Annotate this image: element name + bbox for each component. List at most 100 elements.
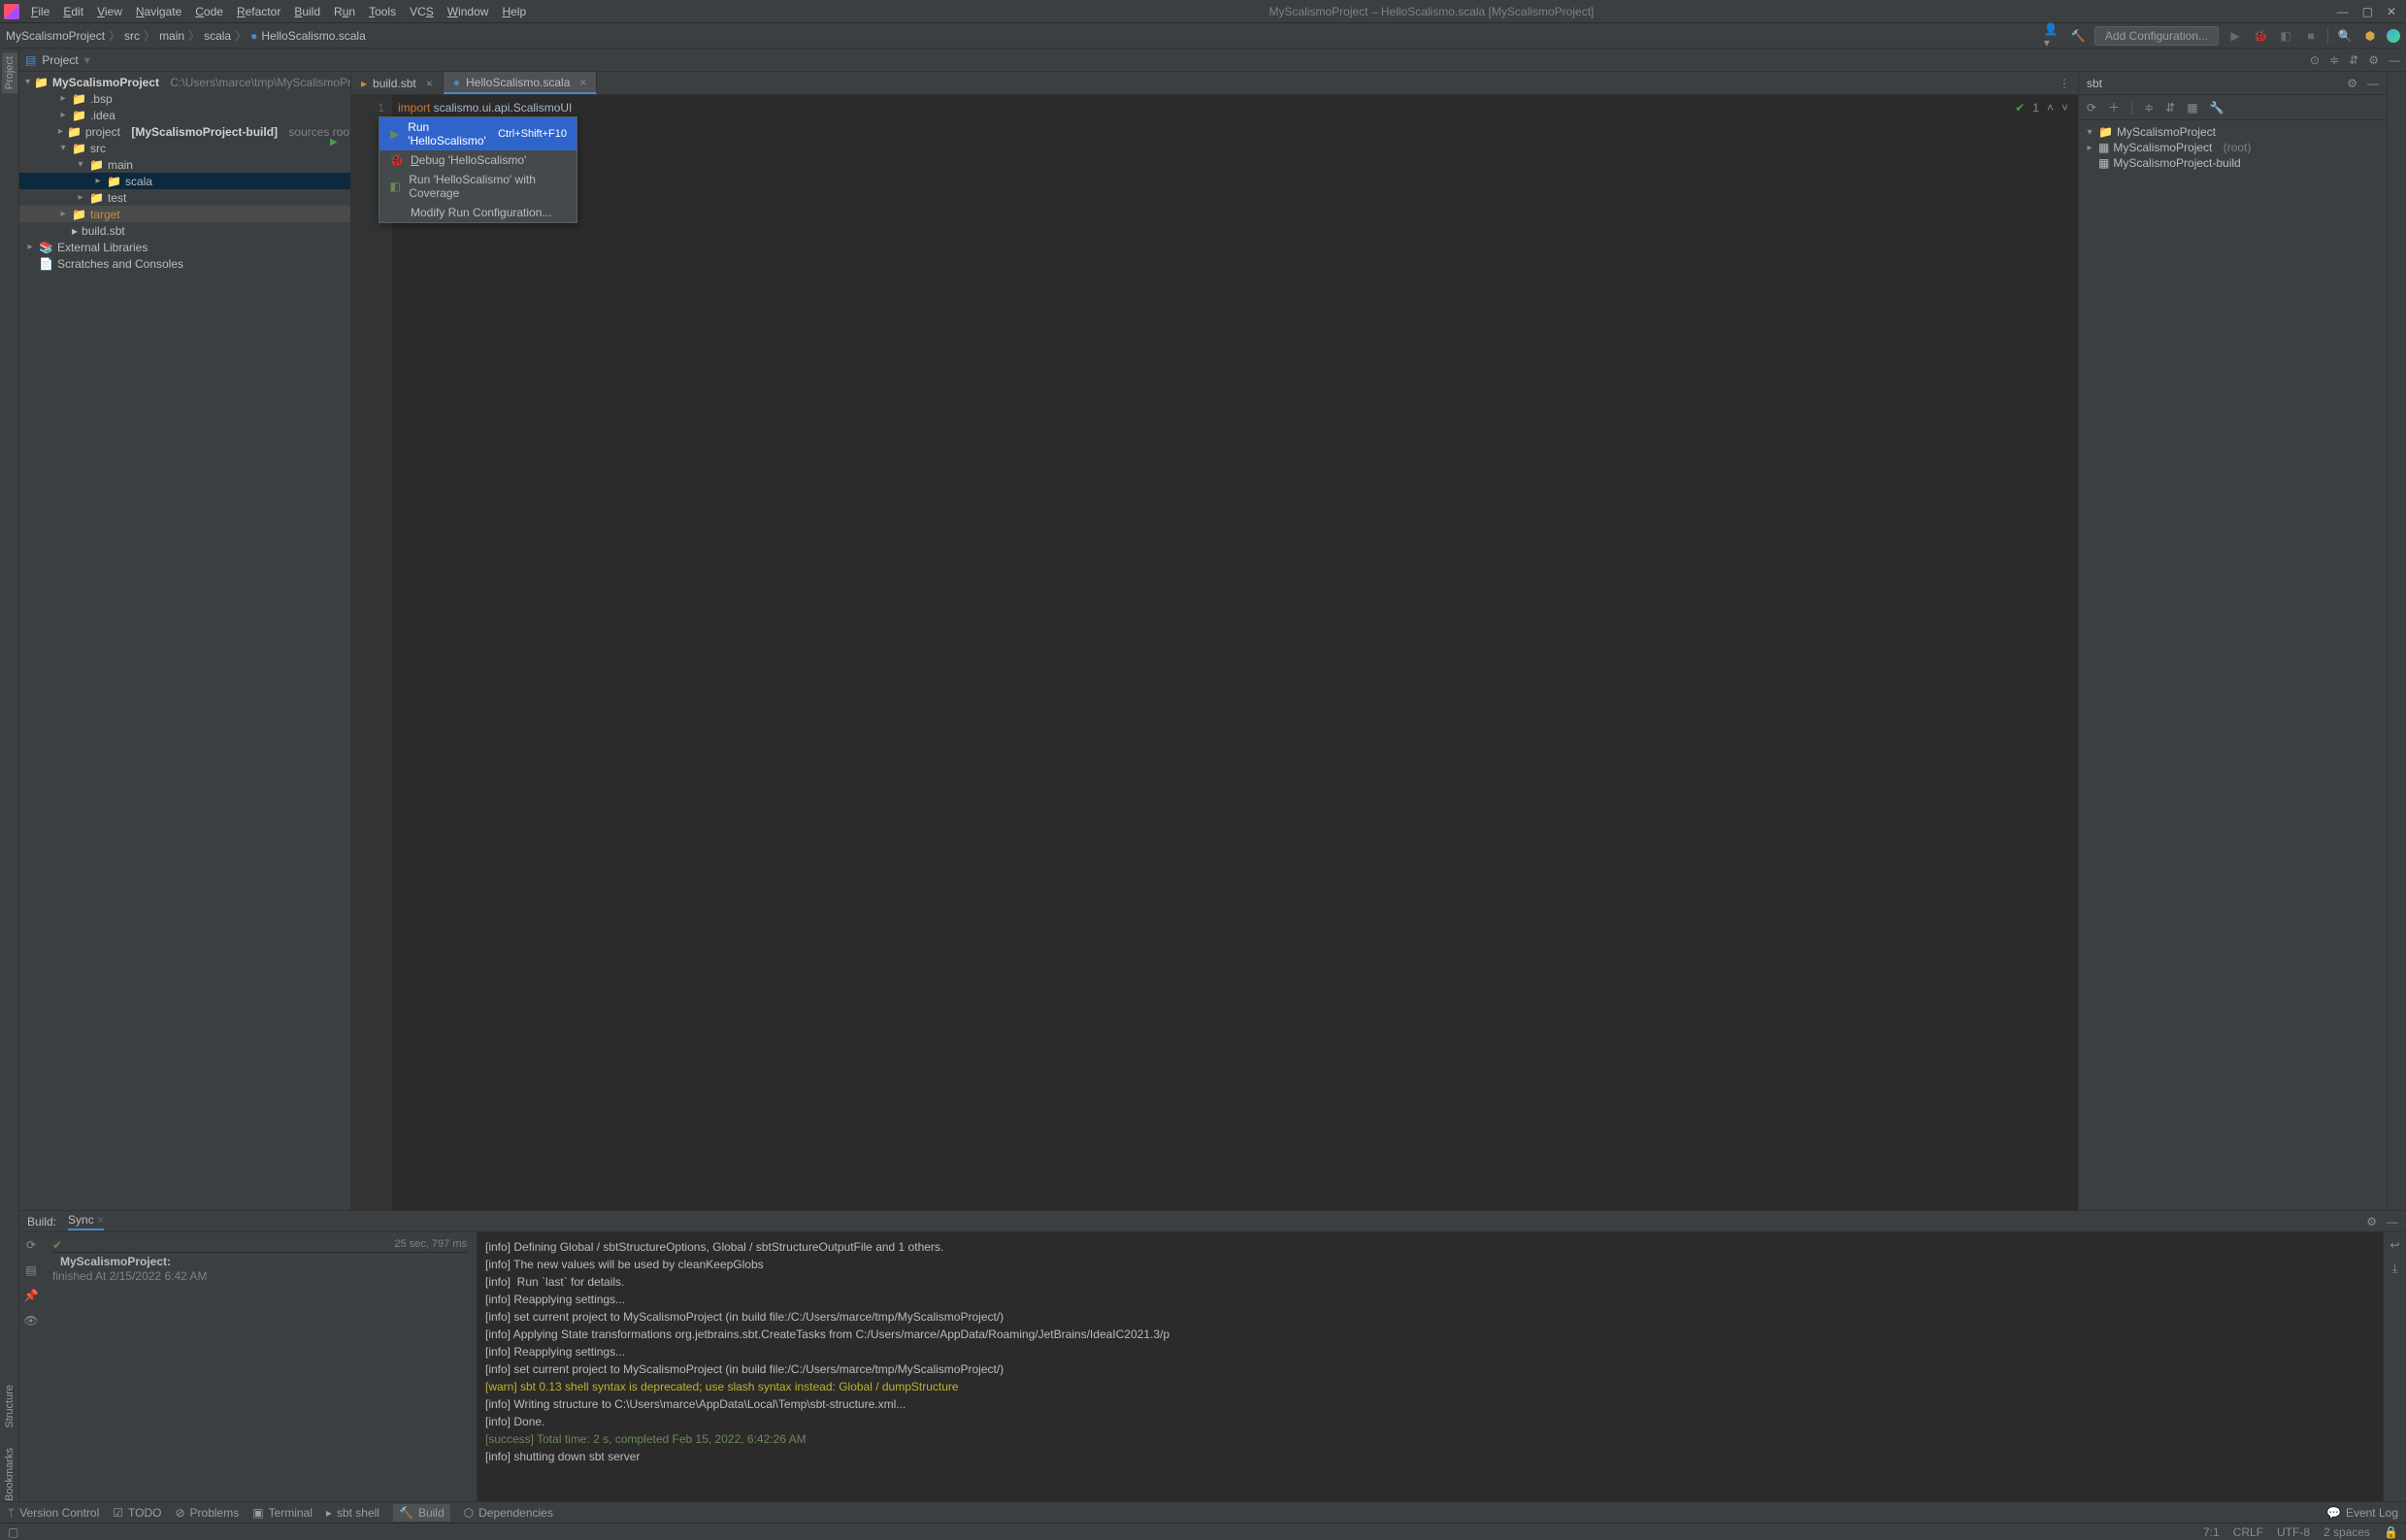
- ctx-coverage[interactable]: ◧ Run 'HelloScalismo' with Coverage: [379, 170, 577, 203]
- menu-refactor[interactable]: Refactor: [231, 3, 286, 20]
- tree-external[interactable]: ▸📚 External Libraries: [19, 239, 350, 255]
- menu-build[interactable]: Build: [288, 3, 326, 20]
- build-status-tree[interactable]: ✔ MyScalismoProject: finished At 2/15/20…: [43, 1232, 478, 1501]
- menu-vcs[interactable]: VCS: [404, 3, 440, 20]
- close-icon[interactable]: ✕: [2387, 5, 2396, 18]
- toolwin-todo[interactable]: ☑ TODO: [113, 1506, 161, 1520]
- tree-bsp[interactable]: ▸📁 .bsp: [19, 90, 350, 107]
- scroll-end-icon[interactable]: ⤓: [2392, 1261, 2397, 1276]
- tree-idea[interactable]: ▸📁 .idea: [19, 107, 350, 123]
- left-tab-project[interactable]: Project: [2, 52, 17, 93]
- inspection-down-icon[interactable]: ˅: [2061, 99, 2068, 116]
- tree-scala[interactable]: ▸📁 scala: [19, 173, 350, 189]
- tab-build-sbt[interactable]: ▸build.sbt×: [351, 72, 444, 94]
- ctx-run[interactable]: ▶ Run 'HelloScalismo' Ctrl+Shift+F10: [379, 117, 577, 150]
- status-indent[interactable]: 2 spaces: [2324, 1525, 2370, 1539]
- project-view-icon[interactable]: ▤: [25, 53, 36, 67]
- sbt-module-icon[interactable]: ▦: [2187, 101, 2197, 115]
- toolwin-eventlog[interactable]: 💬 Event Log: [2326, 1506, 2398, 1520]
- tree-test[interactable]: ▸📁 test: [19, 189, 350, 206]
- status-encoding[interactable]: UTF-8: [2277, 1525, 2310, 1539]
- toolwin-problems[interactable]: ⊘ Problems: [175, 1506, 239, 1520]
- tab-close-icon[interactable]: ×: [579, 76, 586, 89]
- build-rerun-icon[interactable]: ⟳: [26, 1238, 36, 1252]
- project-panel-title[interactable]: Project: [42, 53, 78, 67]
- ctx-modify[interactable]: Modify Run Configuration...: [379, 203, 577, 222]
- tree-buildsbt[interactable]: ▸ build.sbt: [19, 222, 350, 239]
- user-icon[interactable]: 👤▾: [2044, 27, 2061, 45]
- build-tab-sync[interactable]: Sync ×: [68, 1213, 104, 1230]
- code-area[interactable]: import scalismo.ui.api.ScalismoUI App { …: [392, 95, 2078, 1210]
- editor-inspection-status[interactable]: ✔1 ˄ ˅: [2015, 99, 2068, 116]
- settings-gear-icon[interactable]: ⚙: [2368, 53, 2379, 67]
- toolwin-sbt-shell[interactable]: ▸ sbt shell: [326, 1506, 379, 1520]
- build-sync-close-icon[interactable]: ×: [97, 1213, 104, 1227]
- add-configuration-button[interactable]: Add Configuration...: [2094, 26, 2219, 46]
- build-settings-icon[interactable]: ⚙: [2366, 1215, 2377, 1229]
- crumb-scala[interactable]: scala: [204, 29, 231, 43]
- select-opened-icon[interactable]: ⊙: [2310, 53, 2320, 67]
- crumb-project[interactable]: MyScalismoProject: [6, 29, 105, 43]
- status-lock-icon[interactable]: 🔒: [2384, 1525, 2398, 1539]
- project-tree[interactable]: ▾📁 MyScalismoProject C:\Users\marce\tmp\…: [19, 72, 351, 1210]
- ctx-debug[interactable]: 🐞 Debug 'HelloScalismo': [379, 150, 577, 170]
- sbt-collapse-icon[interactable]: ⇵: [2165, 101, 2175, 115]
- tree-main[interactable]: ▾📁 main: [19, 156, 350, 173]
- toolwin-vcs[interactable]: ᛘ Version Control: [8, 1506, 99, 1520]
- sbt-hide-icon[interactable]: —: [2367, 77, 2379, 90]
- tree-root[interactable]: ▾📁 MyScalismoProject C:\Users\marce\tmp\…: [19, 74, 350, 90]
- run-gutter-icon[interactable]: ▶: [330, 134, 338, 151]
- stop-icon[interactable]: ■: [2302, 27, 2320, 45]
- menu-run[interactable]: Run: [328, 3, 361, 20]
- build-filter-icon[interactable]: ▤: [25, 1263, 36, 1277]
- status-line-ending[interactable]: CRLF: [2233, 1525, 2263, 1539]
- left-tab-structure[interactable]: Structure: [4, 1385, 16, 1428]
- menu-help[interactable]: Help: [496, 3, 532, 20]
- toolwin-deps[interactable]: ⬡ Dependencies: [464, 1506, 553, 1520]
- avatar-icon[interactable]: [2387, 29, 2400, 43]
- debug-icon[interactable]: 🐞: [2252, 27, 2269, 45]
- crumb-main[interactable]: main: [159, 29, 184, 43]
- run-icon[interactable]: ▶: [2226, 27, 2244, 45]
- editor-tabs-more-icon[interactable]: ⋮: [2051, 77, 2078, 90]
- left-tab-bookmarks[interactable]: Bookmarks: [4, 1448, 16, 1501]
- tab-hello-scalismo[interactable]: ●HelloScalismo.scala×: [444, 72, 598, 94]
- sbt-tree[interactable]: ▾📁 MyScalismoProject ▸▦ MyScalismoProjec…: [2079, 120, 2387, 175]
- menu-tools[interactable]: Tools: [363, 3, 402, 20]
- menu-window[interactable]: Window: [442, 3, 495, 20]
- menu-file[interactable]: File: [25, 3, 55, 20]
- toolwin-terminal[interactable]: ▣ Terminal: [252, 1506, 313, 1520]
- tree-target[interactable]: ▸📁 target: [19, 206, 350, 222]
- search-icon[interactable]: 🔍: [2336, 27, 2354, 45]
- tab-close-icon[interactable]: ×: [426, 77, 433, 90]
- sbt-refresh-icon[interactable]: ⟳: [2087, 101, 2096, 115]
- sbt-child-build[interactable]: ▦ MyScalismoProject-build: [2085, 155, 2381, 171]
- toolwin-build[interactable]: 🔨 Build: [393, 1504, 450, 1522]
- expand-all-icon[interactable]: ≑: [2329, 53, 2339, 67]
- tree-src[interactable]: ▾📁 src: [19, 140, 350, 156]
- collapse-all-icon[interactable]: ⇵: [2349, 53, 2358, 67]
- inspection-up-icon[interactable]: ˄: [2047, 99, 2054, 116]
- sbt-settings-icon[interactable]: ⚙: [2347, 77, 2357, 90]
- hammer-build-icon[interactable]: 🔨: [2069, 27, 2087, 45]
- project-view-chevron-icon[interactable]: ▾: [84, 53, 90, 67]
- sbt-child-root[interactable]: ▸▦ MyScalismoProject (root): [2085, 140, 2381, 155]
- editor-body[interactable]: 12▶34567 import scalismo.ui.api.Scalismo…: [351, 95, 2078, 1210]
- menu-navigate[interactable]: Navigate: [130, 3, 187, 20]
- build-hide-icon[interactable]: —: [2387, 1215, 2398, 1229]
- status-caret-pos[interactable]: 7:1: [2203, 1525, 2220, 1539]
- sbt-expand-icon[interactable]: ≑: [2144, 101, 2154, 115]
- coverage-icon[interactable]: ◧: [2277, 27, 2294, 45]
- crumb-src[interactable]: src: [124, 29, 140, 43]
- minimize-icon[interactable]: —: [2337, 5, 2349, 18]
- build-pin-icon[interactable]: 📌: [24, 1289, 39, 1302]
- ide-updates-icon[interactable]: ⬢: [2361, 27, 2379, 45]
- menu-code[interactable]: Code: [189, 3, 229, 20]
- sbt-root[interactable]: ▾📁 MyScalismoProject: [2085, 124, 2381, 140]
- menu-view[interactable]: View: [91, 3, 128, 20]
- status-tool-icon[interactable]: ▢: [8, 1525, 18, 1539]
- build-eye-icon[interactable]: 👁: [23, 1314, 38, 1327]
- sbt-wrench-icon[interactable]: 🔧: [2210, 101, 2225, 115]
- maximize-icon[interactable]: ▢: [2362, 5, 2373, 18]
- tree-project[interactable]: ▸📁 project [MyScalismoProject-build] sou…: [19, 123, 350, 140]
